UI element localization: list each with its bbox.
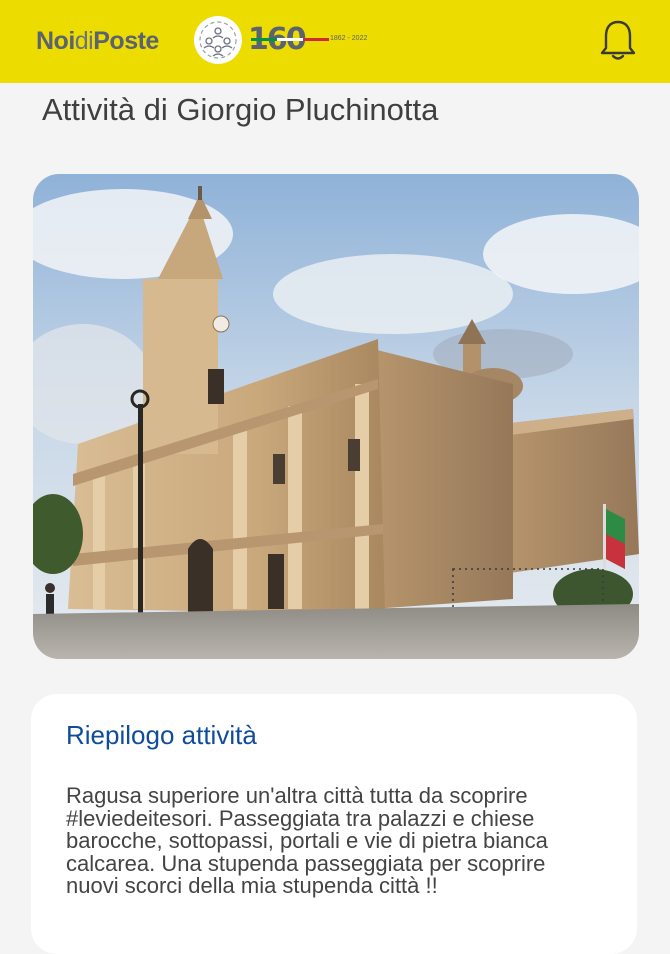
summary-title: Riepilogo attività (66, 720, 257, 750)
anniversary-logo: 160 1862 - 2022 (248, 22, 372, 58)
bell-icon[interactable] (598, 18, 638, 62)
baroque-cathedral-photo (33, 174, 639, 659)
noidiposte-logo[interactable]: NoidiPoste (36, 27, 159, 55)
brand-di: di (74, 27, 94, 55)
brand-poste: Poste (93, 27, 159, 55)
flag-stripe-green (251, 38, 277, 41)
anniversary-years: 1862 - 2022 (330, 35, 368, 42)
flag-stripe-red (303, 38, 329, 41)
app-header: NoidiPoste 160 1862 - 2022 (0, 0, 670, 83)
community-icon (194, 16, 242, 64)
flag-stripe-white (277, 38, 303, 41)
summary-text: Ragusa superiore un'altra città tutta da… (66, 783, 548, 899)
brand-noi: Noi (36, 27, 75, 55)
page-title: Attività di Giorgio Pluchinotta (42, 92, 439, 127)
activity-summary-card: Riepilogo attività Ragusa superiore un'a… (31, 694, 637, 954)
